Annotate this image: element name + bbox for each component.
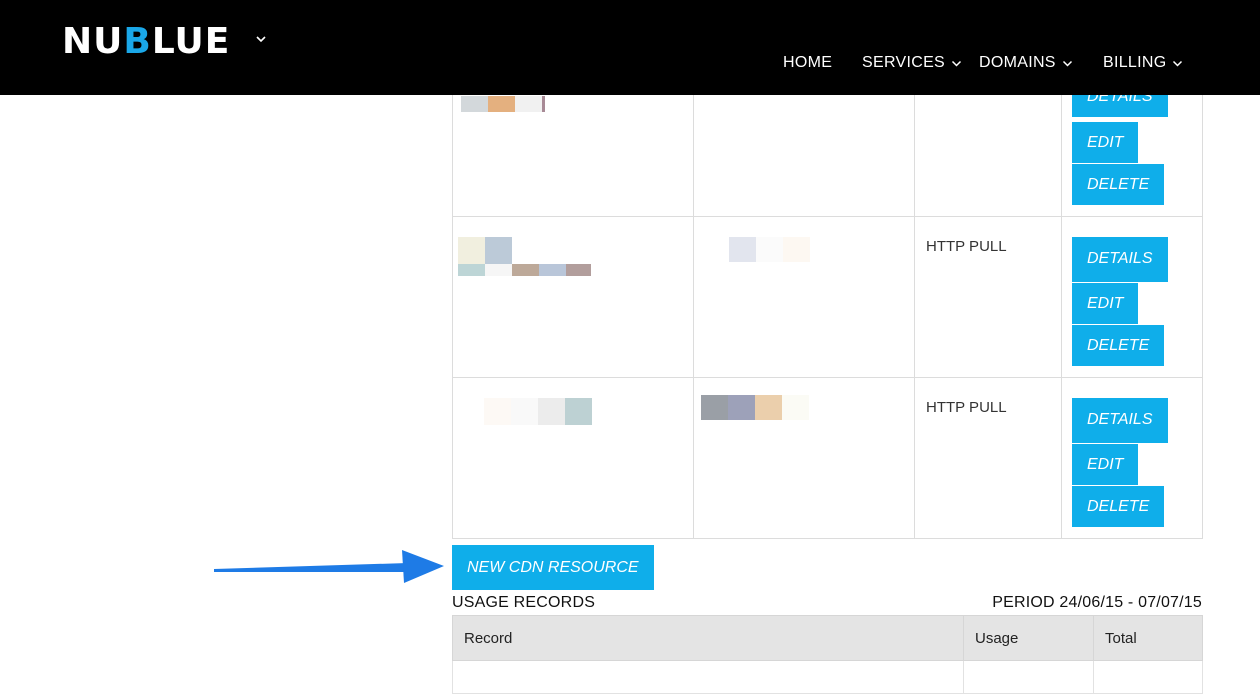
- column-header-record[interactable]: Record: [452, 615, 964, 661]
- table-row: HTTP PULL DETAILS EDIT DELETE: [452, 216, 1203, 378]
- nav-domains-label: DOMAINS: [979, 54, 1056, 71]
- logo-text-accent: B: [123, 21, 152, 62]
- edit-button[interactable]: EDIT: [1072, 283, 1139, 324]
- nublue-logo[interactable]: NUBLUE: [62, 22, 230, 62]
- logo-text-part: LUE: [151, 21, 231, 62]
- delete-button[interactable]: DELETE: [1072, 486, 1165, 527]
- resource-label-cell: [452, 216, 694, 378]
- table-header-row: Record Usage Total: [452, 615, 1203, 661]
- column-header-total[interactable]: Total: [1093, 615, 1203, 661]
- resource-type: HTTP PULL: [926, 399, 1007, 416]
- delete-button[interactable]: DELETE: [1072, 325, 1165, 366]
- details-button[interactable]: DETAILS: [1072, 237, 1168, 282]
- delete-button[interactable]: DELETE: [1072, 164, 1165, 205]
- nav-services-label: SERVICES: [862, 54, 946, 71]
- nav-billing[interactable]: BILLING: [1103, 54, 1183, 72]
- cdn-resources-table: DETAILS EDIT DELETE HTTP PULL DETAILS ED…: [452, 55, 1203, 539]
- table-cell: [452, 660, 964, 694]
- chevron-down-icon: [1062, 60, 1072, 67]
- table-cell: [963, 660, 1094, 694]
- table-row: [452, 660, 1203, 694]
- usage-records-title: USAGE RECORDS: [452, 594, 596, 611]
- resource-type-cell: HTTP PULL: [914, 216, 1062, 378]
- resource-actions-cell: DETAILS EDIT DELETE: [1061, 377, 1203, 539]
- resource-actions-cell: DETAILS EDIT DELETE: [1061, 216, 1203, 378]
- logo-text-part: NU: [62, 21, 124, 62]
- resource-hostname-cell: [693, 216, 915, 378]
- usage-records-table: Record Usage Total: [452, 615, 1203, 694]
- top-navigation-bar: NUBLUE HOME SERVICES DOMAINS BILLING: [0, 0, 1260, 95]
- edit-button[interactable]: EDIT: [1072, 122, 1139, 163]
- nav-home-label: HOME: [783, 54, 833, 71]
- resource-hostname-cell: [693, 377, 915, 539]
- nav-services[interactable]: SERVICES: [862, 54, 962, 72]
- logo-chevron-down-icon[interactable]: [255, 33, 267, 45]
- resource-type: HTTP PULL: [926, 238, 1007, 255]
- chevron-down-icon: [952, 60, 962, 67]
- table-cell: [1093, 660, 1203, 694]
- nav-billing-label: BILLING: [1103, 54, 1167, 71]
- details-button[interactable]: DETAILS: [1072, 398, 1168, 443]
- new-cdn-resource-button[interactable]: NEW CDN RESOURCE: [452, 545, 654, 590]
- usage-period: PERIOD 24/06/15 - 07/07/15: [992, 594, 1202, 611]
- table-row: HTTP PULL DETAILS EDIT DELETE: [452, 377, 1203, 539]
- nav-domains[interactable]: DOMAINS: [979, 54, 1073, 72]
- column-header-usage[interactable]: Usage: [963, 615, 1094, 661]
- edit-button[interactable]: EDIT: [1072, 444, 1139, 485]
- annotation-arrow-icon: [214, 550, 444, 583]
- chevron-down-icon: [1173, 60, 1183, 67]
- resource-label-cell: [452, 377, 694, 539]
- resource-type-cell: HTTP PULL: [914, 377, 1062, 539]
- nav-home[interactable]: HOME: [783, 54, 832, 72]
